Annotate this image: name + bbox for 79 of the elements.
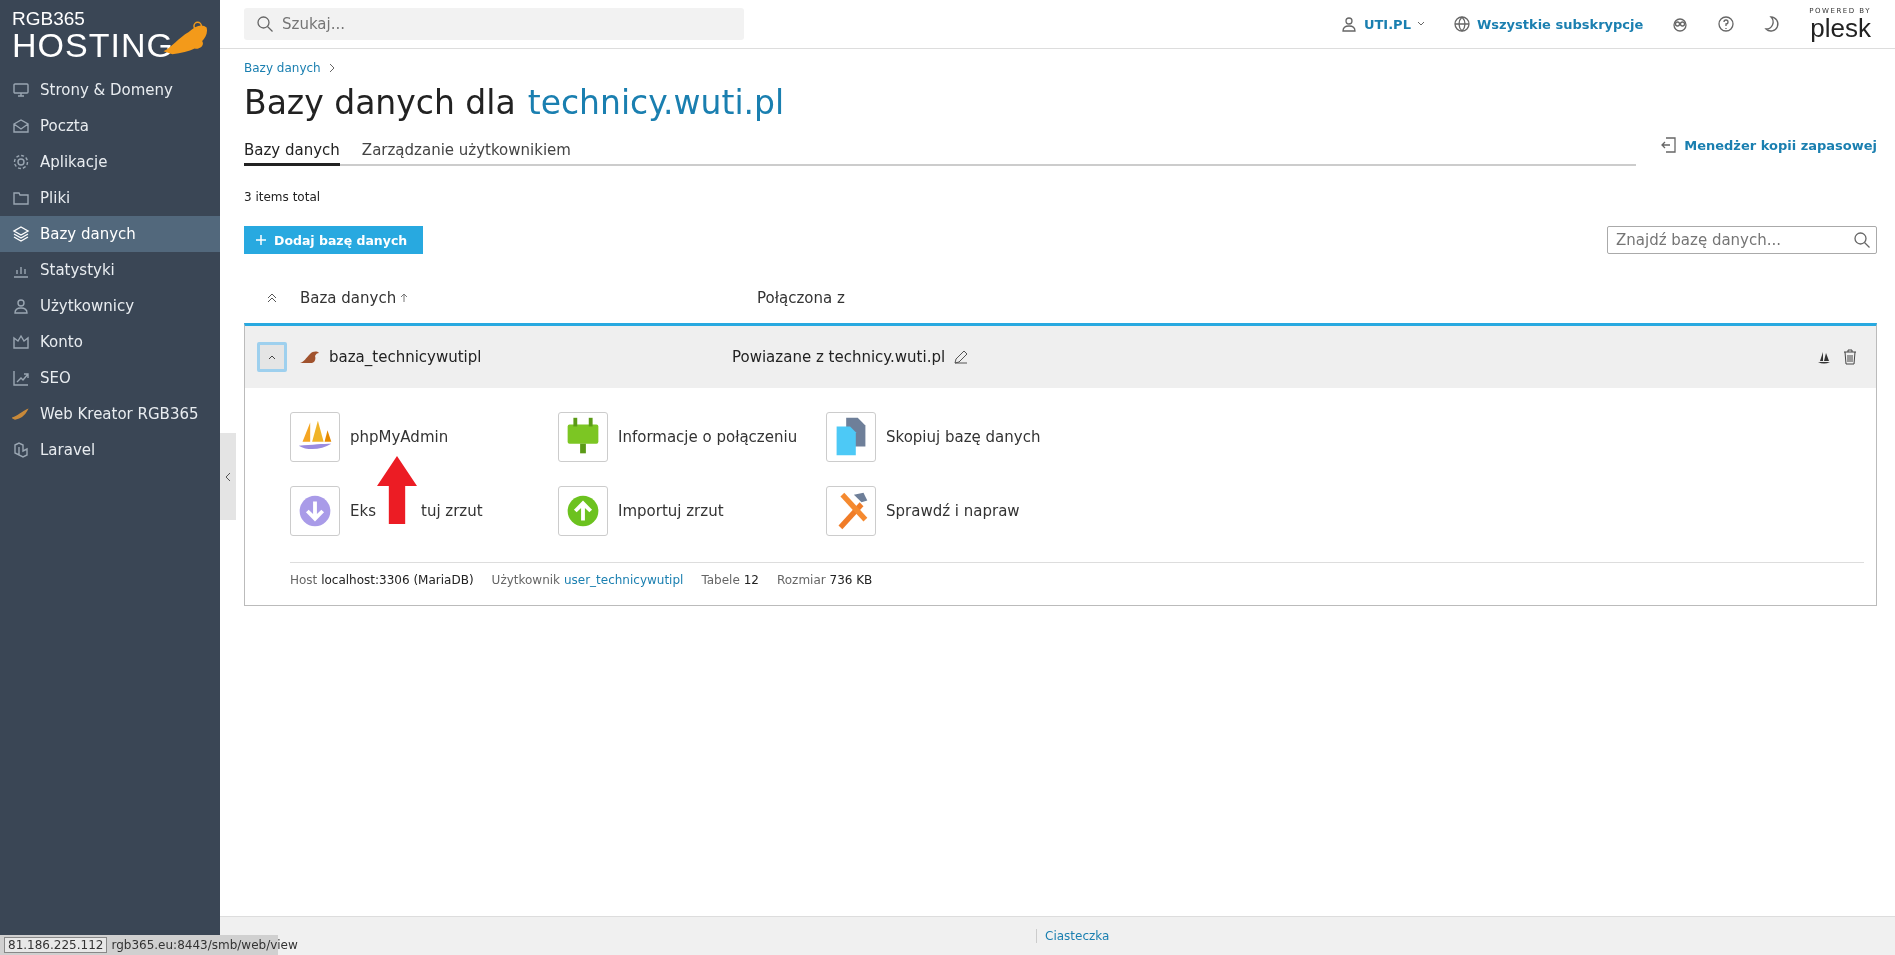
mail-icon [12, 117, 30, 135]
info-field: Host localhost:3306 (MariaDB) [290, 573, 474, 587]
globe-icon [1452, 15, 1471, 33]
monitor-icon [12, 81, 30, 99]
database-action[interactable]: Informacje o połączeniu [558, 412, 826, 462]
sidebar-item[interactable]: Aplikacje [0, 144, 220, 180]
gear-icon [12, 153, 30, 171]
plug-icon [558, 412, 608, 462]
database-action[interactable]: Importuj zrzut [558, 486, 826, 536]
help-icon[interactable] [1717, 15, 1736, 33]
column-header[interactable]: Baza danych [300, 289, 397, 307]
database-action[interactable]: Sprawdź i napraw [826, 486, 1094, 536]
database-name: baza_technicywutipl [329, 348, 482, 366]
database-action[interactable]: phpMyAdmin [290, 412, 558, 462]
trend-icon [12, 369, 30, 387]
breadcrumb-link[interactable]: Bazy danych [244, 61, 321, 75]
sidebar-item[interactable]: Strony & Domeny [0, 72, 220, 108]
logo-text: HOSTING [12, 27, 174, 62]
sidebar-item[interactable]: Statystyki [0, 252, 220, 288]
owl-icon[interactable] [1671, 15, 1690, 33]
info-field: Użytkownik user_technicywutipl [491, 573, 684, 587]
import-icon [1660, 136, 1679, 154]
status-url: rgb365.eu:8443/smb/web/view [111, 938, 298, 952]
crown-icon [12, 333, 30, 351]
edit-icon[interactable] [953, 349, 970, 365]
folder-icon [12, 189, 30, 207]
moon-icon[interactable] [1763, 15, 1782, 33]
user-link[interactable]: user_technicywutipl [563, 573, 684, 587]
items-count: 3 items total [244, 190, 322, 204]
sidebar-item[interactable]: Bazy danych [0, 216, 220, 252]
database-action[interactable]: Eks tuj zrzut [290, 486, 558, 536]
sidebar-item[interactable]: Web Kreator RGB365 [0, 396, 220, 432]
domain-link[interactable]: technicy.wuti.pl [527, 83, 785, 122]
user-menu[interactable]: UTI.PL [1339, 15, 1425, 33]
tab[interactable]: Zarządzanie użytkownikiem [361, 141, 571, 166]
tools-icon [826, 486, 876, 536]
chevron-icon [224, 471, 232, 482]
sort-arrow-icon [400, 293, 409, 303]
plesk-logo: plesk [1810, 14, 1871, 41]
brush-icon [12, 405, 30, 423]
subscriptions-link[interactable]: Wszystkie subskrypcje [1452, 15, 1644, 33]
sidebar-item[interactable]: Poczta [0, 108, 220, 144]
database-action[interactable]: Skopiuj bazę danych [826, 412, 1094, 462]
ip-tooltip: 81.186.225.112 [4, 937, 108, 953]
collapse-all-icon[interactable] [267, 292, 277, 304]
search-icon [1853, 231, 1871, 249]
sidebar-item[interactable]: Użytkownicy [0, 288, 220, 324]
user-icon [1339, 15, 1358, 33]
tab[interactable]: Bazy danych [244, 141, 340, 166]
trash-icon[interactable] [1842, 349, 1858, 365]
expand-toggle[interactable] [257, 342, 287, 372]
sidebar-collapse-handle[interactable] [220, 433, 236, 520]
chevron-icon [268, 354, 276, 360]
cube-icon [12, 441, 30, 459]
layers-icon [12, 225, 30, 243]
linked-domain: Powiazane z technicy.wuti.pl [732, 348, 946, 366]
download-icon [290, 486, 340, 536]
sidebar-item[interactable]: Konto [0, 324, 220, 360]
page-title: Bazy danych dla [244, 83, 516, 122]
plus-icon [256, 235, 266, 245]
info-field: Rozmiar 736 KB [776, 573, 873, 587]
sidebar-item[interactable]: Pliki [0, 180, 220, 216]
cookies-link[interactable]: Ciasteczka [1036, 929, 1110, 943]
documents-icon [826, 412, 876, 462]
user-icon [12, 297, 30, 315]
chevron-icon [328, 63, 335, 73]
annotation-arrow [377, 456, 417, 524]
logo-text: RGB365 [12, 8, 86, 28]
sidebar-item[interactable]: Laravel [0, 432, 220, 468]
column-header: Połączona z [757, 289, 845, 307]
sidebar-item[interactable]: SEO [0, 360, 220, 396]
caret-icon [1416, 21, 1425, 27]
database-search-field[interactable]: Znajdź bazę danych... [1607, 226, 1877, 254]
search-field[interactable]: Szukaj... [244, 8, 744, 40]
upload-icon [558, 486, 608, 536]
search-icon [256, 15, 274, 33]
info-field: Tabele 12 [701, 573, 759, 587]
backup-manager-link[interactable]: Menedżer kopii zapasowej [1660, 136, 1877, 166]
sailboat-icon [290, 412, 340, 462]
